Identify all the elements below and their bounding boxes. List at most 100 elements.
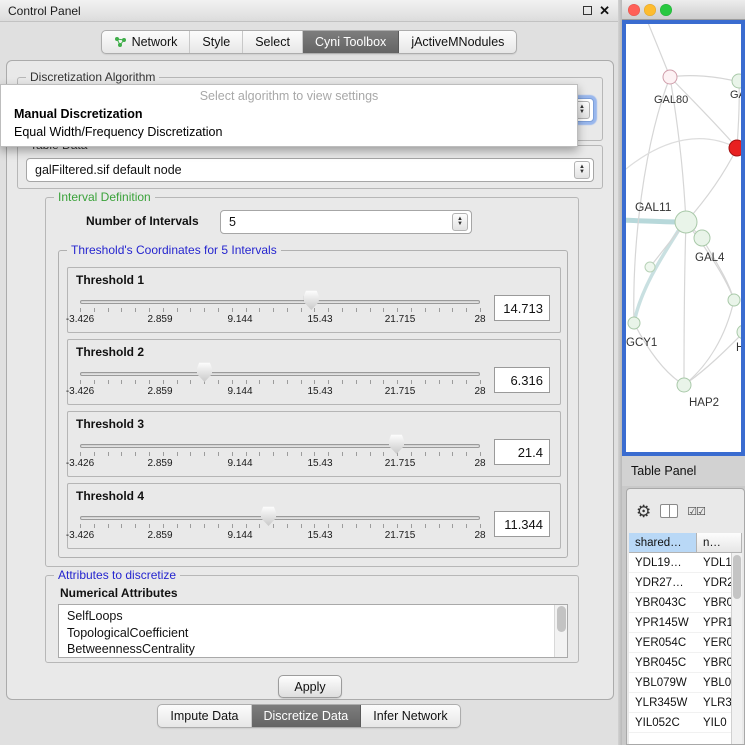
- slider-tick: [439, 308, 440, 312]
- apply-button[interactable]: Apply: [278, 675, 342, 698]
- tab-impute-data[interactable]: Impute Data: [158, 705, 251, 727]
- network-node[interactable]: [729, 140, 741, 156]
- table-row[interactable]: YBR045CYBR0: [629, 653, 742, 673]
- algorithm-option-manual-discretization[interactable]: Manual Discretization: [1, 106, 577, 124]
- slider-tick: [397, 380, 398, 384]
- table-row[interactable]: YIL052CYIL0: [629, 713, 742, 733]
- combobox-arrows-icon[interactable]: ▲ ▼: [452, 213, 468, 231]
- tab-style[interactable]: Style: [190, 31, 243, 53]
- network-node[interactable]: [675, 211, 697, 233]
- slider-thumb[interactable]: [197, 362, 212, 382]
- network-edge[interactable]: [670, 76, 739, 82]
- column-header-n-[interactable]: n…: [697, 533, 742, 553]
- network-node[interactable]: [645, 262, 655, 272]
- slider-tick: [370, 380, 371, 384]
- table-row[interactable]: YDL19…YDL1: [629, 553, 742, 573]
- close-icon[interactable]: ✕: [599, 4, 610, 17]
- tab-discretize-data[interactable]: Discretize Data: [252, 705, 362, 727]
- threshold-value[interactable]: 21.4: [494, 439, 550, 465]
- columns-icon[interactable]: [660, 504, 678, 518]
- network-edge[interactable]: [670, 77, 737, 148]
- slider-tick: [204, 524, 205, 528]
- float-window-icon[interactable]: [583, 6, 592, 15]
- tick-label: 9.144: [227, 458, 252, 469]
- tab-infer-network[interactable]: Infer Network: [361, 705, 459, 727]
- network-node[interactable]: [628, 317, 640, 329]
- network-edge[interactable]: [634, 222, 684, 323]
- tab-jactivemnodules[interactable]: jActiveMNodules: [399, 31, 516, 53]
- table-row[interactable]: YER054CYER0: [629, 633, 742, 653]
- slider-tick: [342, 452, 343, 456]
- list-item-topologicalcoefficient[interactable]: TopologicalCoefficient: [59, 625, 567, 642]
- threshold-value[interactable]: 6.316: [494, 367, 550, 393]
- network-edge[interactable]: [646, 24, 670, 77]
- slider-tick: [287, 380, 288, 384]
- slider-tick: [411, 524, 412, 528]
- list-item-selfloops[interactable]: SelfLoops: [59, 608, 567, 625]
- threshold-slider[interactable]: -3.4262.8599.14415.4321.71528: [80, 288, 480, 328]
- threshold-slider[interactable]: -3.4262.8599.14415.4321.71528: [80, 432, 480, 472]
- table-panel: ⚙ ☑☑ shared…n… YDL19…YDL1YDR27…YDR2YBR04…: [626, 488, 745, 745]
- table-scrollbar[interactable]: [731, 553, 742, 744]
- gear-icon[interactable]: ⚙: [636, 503, 651, 520]
- network-node[interactable]: [737, 325, 741, 339]
- network-edge[interactable]: [634, 323, 684, 385]
- table-data-combobox[interactable]: galFiltered.sif default node ▲ ▼: [26, 158, 594, 182]
- slider-track[interactable]: [80, 516, 480, 520]
- network-edge[interactable]: [684, 300, 734, 385]
- network-node[interactable]: [663, 70, 677, 84]
- table-row[interactable]: YBR043CYBR0: [629, 593, 742, 613]
- slider-tick: [204, 452, 205, 456]
- select-all-icon[interactable]: ☑☑: [687, 505, 705, 518]
- scrollbar[interactable]: [554, 605, 567, 657]
- node-table: shared…n… YDL19…YDL1YDR27…YDR2YBR043CYBR…: [629, 533, 742, 744]
- column-header-shared-[interactable]: shared…: [629, 533, 697, 553]
- top-tabbar: NetworkStyleSelectCyni ToolboxjActiveMNo…: [0, 30, 618, 54]
- tab-select[interactable]: Select: [243, 31, 303, 53]
- threshold-slider[interactable]: -3.4262.8599.14415.4321.71528: [80, 360, 480, 400]
- table-row[interactable]: YDR27…YDR2: [629, 573, 742, 593]
- network-node[interactable]: [677, 378, 691, 392]
- slider-tick: [94, 524, 95, 528]
- table-row[interactable]: YBL079WYBL0: [629, 673, 742, 693]
- slider-tick: [383, 308, 384, 312]
- slider-track[interactable]: [80, 372, 480, 376]
- algorithm-option-equal-width-frequency-discretization[interactable]: Equal Width/Frequency Discretization: [1, 124, 577, 142]
- list-item-betweennesscentrality[interactable]: BetweennessCentrality: [59, 641, 567, 658]
- threshold-slider[interactable]: -3.4262.8599.14415.4321.71528: [80, 504, 480, 544]
- network-edge[interactable]: [686, 148, 737, 222]
- threshold-value[interactable]: 14.713: [494, 295, 550, 321]
- tab-network[interactable]: Network: [102, 31, 191, 53]
- table-row[interactable]: YLR345WYLR3: [629, 693, 742, 713]
- num-intervals-label: Number of Intervals: [86, 214, 199, 228]
- slider-track[interactable]: [80, 444, 480, 448]
- combobox-arrows-icon[interactable]: ▲ ▼: [574, 161, 590, 179]
- slider-tick: [121, 452, 122, 456]
- right-side: GAL80GAGAL11GAL4GCY1HHAP2 Table Panel ⚙ …: [622, 0, 745, 745]
- table-row[interactable]: YPR145WYPR1: [629, 613, 742, 633]
- network-node[interactable]: [728, 294, 740, 306]
- network-node[interactable]: [694, 230, 710, 246]
- screen: Control Panel ✕ NetworkStyleSelectCyni T…: [0, 0, 745, 745]
- network-node[interactable]: [732, 74, 741, 88]
- zoom-traffic-light[interactable]: [660, 4, 672, 16]
- num-intervals-combobox[interactable]: 5 ▲ ▼: [220, 210, 472, 234]
- node-label: GAL4: [695, 252, 725, 264]
- slider-tick: [301, 452, 302, 456]
- tab-cyni-toolbox[interactable]: Cyni Toolbox: [303, 31, 399, 53]
- slider-track[interactable]: [80, 300, 480, 304]
- numerical-attributes-list[interactable]: SelfLoopsTopologicalCoefficientBetweenne…: [58, 604, 568, 658]
- threshold-value[interactable]: 11.344: [494, 511, 550, 537]
- minimize-traffic-light[interactable]: [644, 4, 656, 16]
- slider-tick: [80, 308, 81, 312]
- network-edge[interactable]: [684, 222, 686, 385]
- slider-thumb[interactable]: [261, 506, 276, 526]
- slider-thumb[interactable]: [389, 434, 404, 454]
- dropdown-placeholder: Select algorithm to view settings: [1, 87, 577, 106]
- slider-tick: [149, 524, 150, 528]
- table-scrollbar-thumb[interactable]: [733, 555, 741, 599]
- close-traffic-light[interactable]: [628, 4, 640, 16]
- scrollbar-thumb[interactable]: [557, 606, 566, 632]
- slider-thumb[interactable]: [304, 290, 319, 310]
- network-canvas[interactable]: GAL80GAGAL11GAL4GCY1HHAP2: [622, 20, 745, 456]
